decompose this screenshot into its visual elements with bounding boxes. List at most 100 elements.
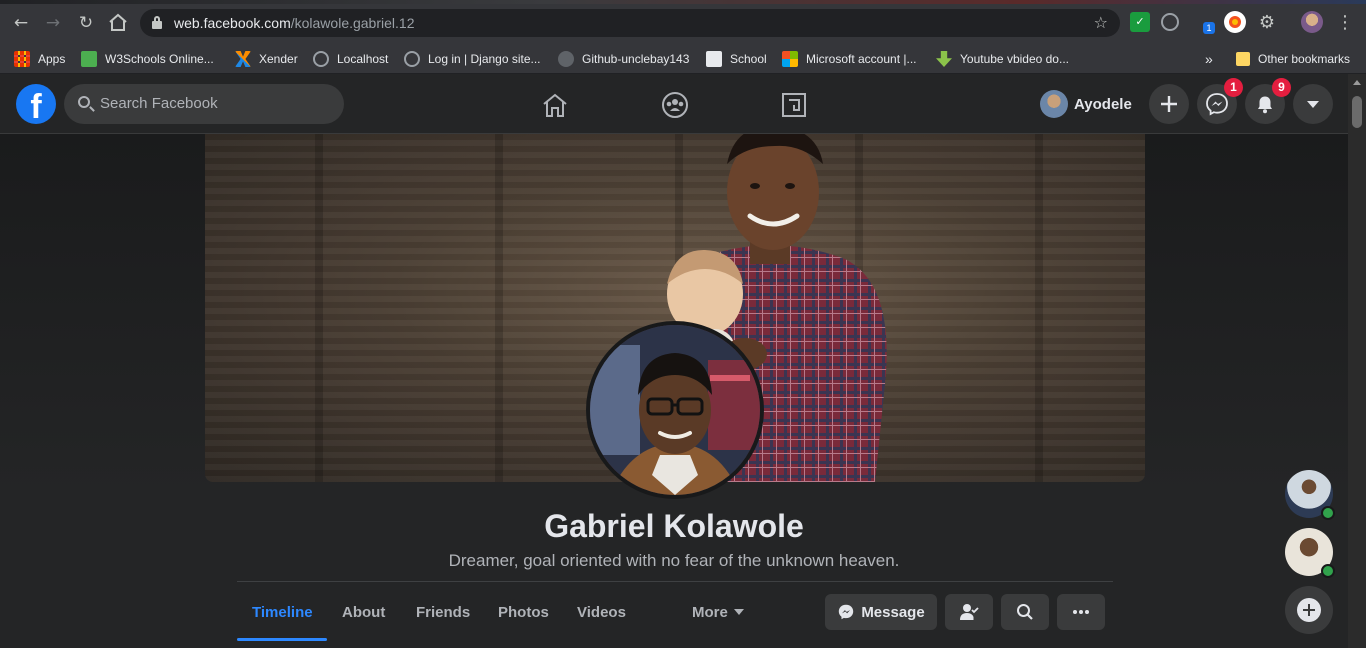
- bookmarks-bar: Apps W3Schools Online... Xender Localhos…: [0, 44, 1366, 74]
- plus-icon: [1297, 598, 1321, 622]
- search-input[interactable]: Search Facebook: [64, 84, 344, 124]
- facebook-top-bar: f Search Facebook Ayodele 1 9: [0, 74, 1348, 134]
- bookmark-xender[interactable]: Xender: [235, 50, 298, 68]
- tab-timeline[interactable]: Timeline: [252, 604, 313, 621]
- online-status-indicator: [1321, 564, 1335, 578]
- profile-picture-image: [590, 325, 760, 495]
- browser-toolbar: ← → ↻ web.facebook.com/kolawole.gabriel.…: [0, 0, 1366, 44]
- lock-icon: [152, 16, 162, 29]
- scrollbar-thumb[interactable]: [1352, 96, 1362, 128]
- xender-icon: [235, 51, 251, 67]
- groups-icon[interactable]: [661, 92, 689, 118]
- caret-down-icon: [733, 609, 744, 615]
- github-icon: [558, 51, 574, 67]
- bookmark-school[interactable]: School: [706, 50, 767, 68]
- tab-more-label: More: [692, 604, 728, 621]
- profile-divider: [237, 581, 1113, 582]
- gear-extension-icon[interactable]: ⚙: [1256, 12, 1278, 34]
- search-placeholder: Search Facebook: [100, 95, 218, 112]
- colorful-extension-icon[interactable]: [1224, 11, 1246, 33]
- other-bookmarks-folder[interactable]: Other bookmarks: [1236, 50, 1350, 68]
- home-icon[interactable]: [541, 92, 569, 118]
- profile-picture[interactable]: [586, 321, 764, 499]
- bookmark-label: Github-unclebay143: [582, 52, 690, 66]
- bookmark-label: Youtube vbideo do...: [960, 52, 1069, 66]
- profile-bio: Dreamer, goal oriented with no fear of t…: [448, 551, 900, 570]
- gaming-icon[interactable]: [780, 92, 808, 118]
- plus-icon: [1161, 96, 1177, 112]
- chrome-profile-avatar[interactable]: [1301, 11, 1323, 33]
- notifications-button[interactable]: 9: [1245, 78, 1291, 124]
- bookmark-label: School: [730, 52, 767, 66]
- circle-extension-icon[interactable]: [1161, 13, 1179, 31]
- bookmark-star-icon[interactable]: ☆: [1094, 13, 1108, 32]
- folder-icon: [1236, 52, 1250, 66]
- active-tab-indicator: [237, 638, 327, 641]
- profile-shortcut[interactable]: Ayodele: [1036, 86, 1132, 122]
- bookmark-label: W3Schools Online...: [105, 52, 214, 66]
- bookmark-label: Log in | Django site...: [428, 52, 541, 66]
- back-arrow-icon[interactable]: ←: [10, 12, 32, 34]
- online-status-indicator: [1321, 506, 1335, 520]
- bookmark-github[interactable]: Github-unclebay143: [558, 50, 689, 68]
- more-options-button[interactable]: [1057, 594, 1105, 630]
- page-scrollbar[interactable]: [1348, 74, 1366, 648]
- bookmark-django-login[interactable]: Log in | Django site...: [404, 50, 541, 68]
- apps-grid-icon: [14, 51, 30, 67]
- address-bar[interactable]: web.facebook.com/kolawole.gabriel.12 ☆: [140, 9, 1120, 37]
- globe-icon: [313, 51, 329, 67]
- profile-person-illustration: [590, 325, 760, 495]
- new-message-button[interactable]: [1285, 586, 1333, 634]
- bookmark-apps[interactable]: Apps: [14, 50, 65, 68]
- bookmark-w3schools[interactable]: W3Schools Online...: [81, 50, 214, 68]
- message-button[interactable]: Message: [825, 594, 937, 630]
- search-icon: [1017, 604, 1033, 620]
- chat-contact-avatar[interactable]: [1285, 470, 1335, 520]
- bookmark-label: Apps: [38, 52, 66, 66]
- avatar: [1040, 90, 1068, 118]
- tab-more[interactable]: More: [692, 604, 744, 621]
- caret-down-icon: [1307, 101, 1319, 108]
- bookmark-localhost[interactable]: Localhost: [313, 50, 388, 68]
- bookmark-label: Other bookmarks: [1258, 52, 1351, 66]
- account-menu-button[interactable]: [1293, 84, 1333, 124]
- search-profile-button[interactable]: [1001, 594, 1049, 630]
- home-icon[interactable]: [108, 13, 128, 32]
- school-icon: [706, 51, 722, 67]
- ellipsis-icon: [1073, 610, 1089, 614]
- search-icon: [78, 96, 90, 108]
- message-button-label: Message: [861, 603, 925, 621]
- forward-arrow-icon[interactable]: →: [42, 12, 64, 34]
- chrome-menu-icon[interactable]: ⋮: [1334, 12, 1356, 34]
- url-path: /kolawole.gabriel.12: [290, 15, 415, 31]
- w3schools-icon: [81, 51, 97, 67]
- checkmark-extension-icon[interactable]: ✓: [1130, 12, 1150, 32]
- create-button[interactable]: [1149, 84, 1189, 124]
- tab-about[interactable]: About: [342, 604, 385, 621]
- tab-strip-edge: [0, 0, 1366, 4]
- reload-icon[interactable]: ↻: [75, 12, 97, 34]
- url-text[interactable]: web.facebook.com/kolawole.gabriel.12: [174, 15, 414, 31]
- bookmark-label: Microsoft account |...: [806, 52, 917, 66]
- scroll-up-arrow[interactable]: [1353, 80, 1361, 85]
- chat-contact-avatar[interactable]: [1285, 528, 1335, 578]
- bookmarks-overflow-button[interactable]: »: [1205, 50, 1213, 68]
- profile-name: Gabriel Kolawole: [544, 508, 804, 544]
- url-host: web.facebook.com: [174, 15, 291, 31]
- microsoft-icon: [782, 51, 798, 67]
- bookmark-label: Xender: [259, 52, 298, 66]
- facebook-logo[interactable]: f: [16, 84, 56, 124]
- person-check-icon: [960, 604, 979, 620]
- user-name: Ayodele: [1074, 95, 1132, 113]
- bookmark-youtube-download[interactable]: Youtube vbideo do...: [936, 50, 1069, 68]
- friend-status-button[interactable]: [945, 594, 993, 630]
- download-icon: [936, 51, 952, 67]
- tab-friends[interactable]: Friends: [416, 604, 470, 621]
- messenger-button[interactable]: 1: [1197, 78, 1243, 124]
- extension-badge: 1: [1203, 22, 1215, 34]
- bookmark-microsoft[interactable]: Microsoft account |...: [782, 50, 917, 68]
- tab-videos[interactable]: Videos: [577, 604, 626, 621]
- globe-icon: [404, 51, 420, 67]
- tab-photos[interactable]: Photos: [498, 604, 549, 621]
- bookmark-label: Localhost: [337, 52, 389, 66]
